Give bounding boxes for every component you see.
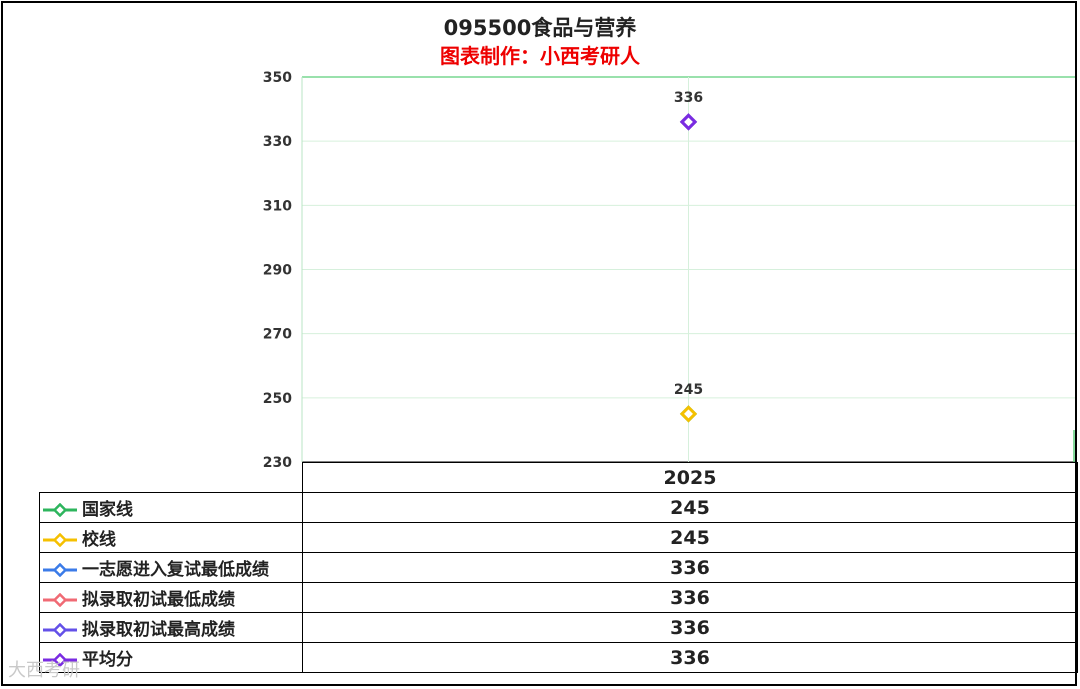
table-row: 平均分 336 <box>39 642 1078 673</box>
table-row: 校线 245 <box>39 522 1078 553</box>
data-label: 245 <box>674 382 703 398</box>
data-label: 336 <box>674 90 703 106</box>
legend-label: 校线 <box>82 530 116 550</box>
y-tick-label: 330 <box>263 134 292 150</box>
legend-entry: 校线 <box>39 522 303 553</box>
data-table: 2025 国家线 245 校线 245 一志愿进入复试最低成绩 336 拟录取初试最低成绩 33… <box>39 462 1078 673</box>
legend-marker-icon <box>43 563 77 577</box>
legend-entry: 拟录取初试最低成绩 <box>39 582 303 613</box>
legend-label: 拟录取初试最低成绩 <box>82 590 235 610</box>
y-tick-label: 350 <box>263 70 292 86</box>
table-value-cell: 336 <box>302 642 1078 673</box>
table-row: 拟录取初试最低成绩 336 <box>39 582 1078 613</box>
y-tick-label: 290 <box>263 263 292 279</box>
table-row: 国家线 245 <box>39 492 1078 523</box>
y-tick-label: 250 <box>263 391 292 407</box>
data-marker <box>679 405 698 423</box>
data-marker <box>679 113 698 131</box>
legend-label: 拟录取初试最高成绩 <box>82 620 235 640</box>
legend-marker-icon <box>43 593 77 607</box>
legend-entry: 拟录取初试最高成绩 <box>39 612 303 643</box>
legend-entry: 一志愿进入复试最低成绩 <box>39 552 303 583</box>
watermark: 大西考研 <box>8 660 80 681</box>
legend-marker-icon <box>43 623 77 637</box>
legend-label: 一志愿进入复试最低成绩 <box>82 560 269 580</box>
table-row: 拟录取初试最高成绩 336 <box>39 612 1078 643</box>
x-category-label: 2025 <box>302 462 1078 493</box>
legend-label: 平均分 <box>82 650 133 670</box>
table-corner <box>40 463 303 493</box>
legend-marker-icon <box>43 533 77 547</box>
table-value-cell: 245 <box>302 492 1078 523</box>
table-value-cell: 336 <box>302 582 1078 613</box>
table-value-cell: 336 <box>302 612 1078 643</box>
table-value-cell: 245 <box>302 522 1078 553</box>
legend-entry: 国家线 <box>39 492 303 523</box>
legend-label: 国家线 <box>82 500 133 520</box>
legend-marker-icon <box>43 503 77 517</box>
y-tick-label: 270 <box>263 327 292 343</box>
table-value-cell: 336 <box>302 552 1078 583</box>
table-header-row: 2025 <box>40 462 1078 493</box>
y-tick-label: 310 <box>263 198 292 214</box>
table-row: 一志愿进入复试最低成绩 336 <box>39 552 1078 583</box>
